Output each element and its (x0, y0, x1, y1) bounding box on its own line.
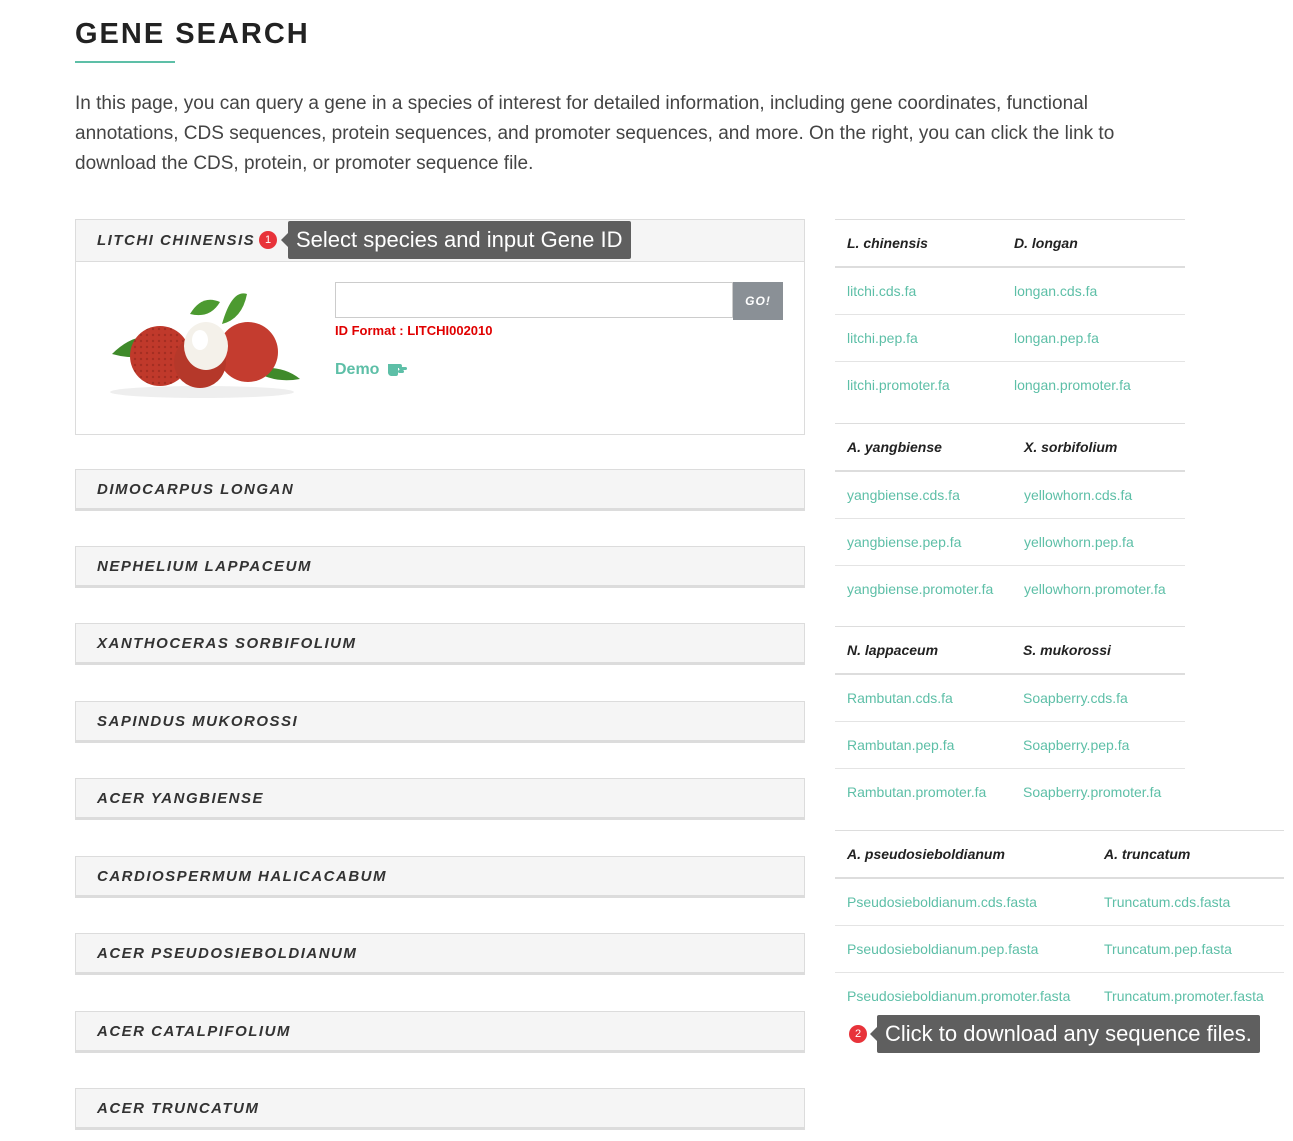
species-panel-header[interactable]: ACER YANGBIENSE (76, 779, 804, 819)
download-table-2: A. yangbiense X. sorbifolium yangbiense.… (835, 423, 1185, 612)
species-panel-header[interactable]: NEPHELIUM LAPPACEUM (76, 547, 804, 587)
species-panel-yangbiense[interactable]: ACER YANGBIENSE (75, 778, 805, 820)
species-column-header: D. longan (1002, 219, 1185, 268)
download-link[interactable]: Pseudosieboldianum.pep.fasta (835, 925, 1092, 973)
species-column-header: A. yangbiense (835, 423, 1012, 472)
id-format-hint: ID Format : LITCHI002010 (335, 323, 493, 338)
title-underline (75, 61, 175, 63)
download-link[interactable]: Pseudosieboldianum.cds.fasta (835, 878, 1092, 926)
download-link[interactable]: yangbiense.promoter.fa (835, 566, 1012, 613)
download-link[interactable]: Soapberry.cds.fa (1011, 674, 1185, 722)
species-panel-header[interactable]: XANTHOCERAS SORBIFOLIUM (76, 624, 804, 664)
download-link[interactable]: Truncatum.promoter.fasta (1092, 973, 1284, 1020)
download-link[interactable]: yellowhorn.cds.fa (1012, 471, 1185, 519)
download-table-4: A. pseudosieboldianum A. truncatum Pseud… (835, 830, 1284, 1019)
species-panel-truncatum[interactable]: ACER TRUNCATUM (75, 1088, 805, 1130)
species-column-header: X. sorbifolium (1012, 423, 1185, 472)
page-title: GENE SEARCH (75, 18, 310, 50)
download-table-1: L. chinensis D. longan litchi.cds.fa lon… (835, 219, 1185, 408)
download-link[interactable]: yangbiense.pep.fa (835, 518, 1012, 566)
species-panel-header[interactable]: CARDIOSPERMUM HALICACABUM (76, 857, 804, 897)
species-column-header: N. lappaceum (835, 626, 1011, 675)
species-column-header: L. chinensis (835, 219, 1002, 268)
download-link[interactable]: longan.cds.fa (1002, 267, 1185, 315)
species-panel-rambutan[interactable]: NEPHELIUM LAPPACEUM (75, 546, 805, 588)
species-panel-halicacabum[interactable]: CARDIOSPERMUM HALICACABUM (75, 856, 805, 898)
species-column-header: A. pseudosieboldianum (835, 830, 1092, 879)
download-link[interactable]: yellowhorn.pep.fa (1012, 518, 1185, 566)
litchi-fruit-image (110, 293, 300, 398)
download-link[interactable]: Soapberry.pep.fa (1011, 721, 1185, 769)
demo-link[interactable]: Demo (335, 360, 409, 379)
download-link[interactable]: litchi.promoter.fa (835, 362, 1002, 409)
species-panel-longan[interactable]: DIMOCARPUS LONGAN (75, 469, 805, 511)
download-link[interactable]: yangbiense.cds.fa (835, 471, 1012, 519)
go-button[interactable]: GO! (733, 282, 783, 320)
download-link[interactable]: Rambutan.cds.fa (835, 674, 1011, 722)
download-link[interactable]: Soapberry.promoter.fa (1011, 769, 1185, 816)
species-column-header: S. mukorossi (1011, 626, 1185, 675)
gene-id-input[interactable] (335, 282, 733, 318)
pointing-hand-icon (387, 364, 407, 376)
download-link[interactable]: Truncatum.pep.fasta (1092, 925, 1284, 973)
download-link[interactable]: Truncatum.cds.fasta (1092, 878, 1284, 926)
callout-badge-1: 1 (259, 231, 277, 249)
callout-tooltip-1: Select species and input Gene ID (281, 221, 631, 259)
demo-label: Demo (335, 361, 380, 378)
download-link[interactable]: Pseudosieboldianum.promoter.fasta (835, 973, 1092, 1020)
species-panel-header[interactable]: SAPINDUS MUKOROSSI (76, 702, 804, 742)
species-panel-header[interactable]: DIMOCARPUS LONGAN (76, 470, 804, 510)
download-link[interactable]: longan.promoter.fa (1002, 362, 1185, 409)
species-panel-yellowhorn[interactable]: XANTHOCERAS SORBIFOLIUM (75, 623, 805, 665)
download-link[interactable]: yellowhorn.promoter.fa (1012, 566, 1185, 613)
download-link[interactable]: Rambutan.pep.fa (835, 721, 1011, 769)
download-table-3: N. lappaceum S. mukorossi Rambutan.cds.f… (835, 626, 1185, 815)
species-panel-header[interactable]: ACER TRUNCATUM (76, 1089, 804, 1129)
download-link[interactable]: litchi.cds.fa (835, 267, 1002, 315)
callout-tooltip-2: Click to download any sequence files. (870, 1015, 1260, 1053)
species-panel-pseudosieboldianum[interactable]: ACER PSEUDOSIEBOLDIANUM (75, 933, 805, 975)
callout-badge-2: 2 (849, 1025, 867, 1043)
species-panel-body: GO! ID Format : LITCHI002010 Demo (76, 262, 804, 434)
download-link[interactable]: Rambutan.promoter.fa (835, 769, 1011, 816)
species-panel-soapberry[interactable]: SAPINDUS MUKOROSSI (75, 701, 805, 743)
species-panel-header[interactable]: ACER PSEUDOSIEBOLDIANUM (76, 934, 804, 974)
species-column-header: A. truncatum (1092, 830, 1284, 879)
page-intro: In this page, you can query a gene in a … (75, 93, 1115, 174)
species-panel-catalpifolium[interactable]: ACER CATALPIFOLIUM (75, 1011, 805, 1053)
download-link[interactable]: longan.pep.fa (1002, 314, 1185, 362)
download-link[interactable]: litchi.pep.fa (835, 314, 1002, 362)
species-panel-header[interactable]: ACER CATALPIFOLIUM (76, 1012, 804, 1052)
